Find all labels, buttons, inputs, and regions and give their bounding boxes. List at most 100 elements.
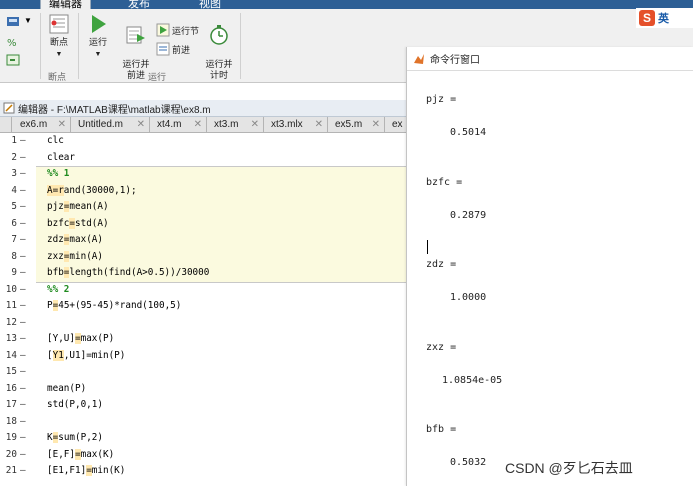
line-number-text: 12: [5, 316, 17, 328]
tab-editor[interactable]: 编辑器: [40, 0, 91, 10]
code-line[interactable]: [Y1,U1]=min(P): [47, 348, 125, 365]
line-number-text: 14: [5, 349, 17, 361]
breakpoint-marker[interactable]: —: [17, 348, 31, 365]
breakpoint-marker[interactable]: —: [17, 298, 31, 315]
line-number: 13—: [0, 331, 36, 348]
close-icon[interactable]: ✕: [194, 117, 202, 132]
close-icon[interactable]: ✕: [137, 117, 145, 132]
variable-highlight: =: [69, 217, 75, 229]
breakpoint-marker[interactable]: —: [17, 447, 31, 464]
cell-divider: [36, 166, 410, 167]
code-line[interactable]: clc: [47, 133, 64, 150]
output-value: 1.0854e-05: [442, 374, 503, 386]
breakpoints-button[interactable]: 断点 ▼: [46, 13, 72, 60]
output-variable-name: bzfc =: [426, 176, 463, 188]
ime-indicator[interactable]: S 英: [636, 8, 693, 28]
print-icon[interactable]: [6, 15, 20, 29]
breakpoint-marker[interactable]: —: [17, 430, 31, 447]
code-line[interactable]: bzfc=std(A): [47, 216, 109, 233]
breakpoint-marker[interactable]: —: [17, 199, 31, 216]
breakpoint-marker[interactable]: —: [17, 216, 31, 233]
run-icon: [92, 15, 106, 33]
line-number: 14—: [0, 348, 36, 365]
editor-tab-label: xt4.m: [157, 119, 182, 130]
variable-highlight: =: [63, 234, 70, 245]
variable-highlight: Y1: [52, 349, 64, 361]
code-line-text: mean(P): [47, 382, 87, 394]
breakpoint-marker[interactable]: —: [17, 315, 31, 332]
breakpoint-marker[interactable]: —: [17, 166, 31, 183]
code-line[interactable]: pjz=mean(A): [47, 199, 109, 216]
breakpoint-marker[interactable]: —: [17, 364, 31, 381]
close-icon[interactable]: ✕: [372, 117, 380, 132]
code-line[interactable]: [Y,U]=max(P): [47, 331, 114, 348]
comment-icon[interactable]: %: [6, 35, 20, 49]
breakpoint-marker[interactable]: —: [17, 331, 31, 348]
line-number: 5—: [0, 199, 36, 216]
breakpoint-marker[interactable]: —: [17, 463, 31, 480]
breakpoint-marker[interactable]: —: [17, 150, 31, 167]
code-line-text: zdz=max(A): [47, 234, 103, 245]
code-line[interactable]: clear: [47, 150, 75, 167]
code-line[interactable]: zxz=min(A): [47, 249, 103, 266]
editor-tab[interactable]: xt3.mlx ✕: [264, 117, 328, 132]
close-icon[interactable]: ✕: [315, 117, 323, 132]
ribbon-tab-strip: 编辑器 发布 视图: [0, 0, 693, 10]
breakpoint-marker[interactable]: —: [17, 397, 31, 414]
code-line[interactable]: std(P,0,1): [47, 397, 103, 414]
code-line[interactable]: bfb=length(find(A>0.5))/30000: [47, 265, 209, 282]
breakpoint-marker[interactable]: —: [17, 183, 31, 200]
editor-tab[interactable]: Untitled.m ✕: [71, 117, 150, 132]
line-number: 6—: [0, 216, 36, 233]
breakpoint-marker[interactable]: —: [17, 265, 31, 282]
editor-tab[interactable]: ex5.m ✕: [328, 117, 385, 132]
group-separator: [240, 13, 241, 79]
breakpoint-marker[interactable]: —: [17, 282, 31, 299]
output-variable-name: zxz =: [426, 341, 457, 353]
editor-title: 编辑器 - F:\MATLAB课程\matlab课程\ex8.m: [18, 104, 211, 116]
code-line[interactable]: mean(P): [47, 381, 86, 398]
breakpoint-marker[interactable]: —: [17, 232, 31, 249]
line-number-text: 17: [5, 399, 17, 410]
advance-button[interactable]: 前进: [156, 42, 190, 56]
watermark: CSDN @歹匕石去皿: [505, 460, 633, 476]
code-line[interactable]: %% 2: [47, 282, 69, 299]
close-icon[interactable]: ✕: [251, 117, 259, 132]
breakpoint-marker[interactable]: —: [17, 133, 31, 150]
editor-title-bar: 编辑器 - F:\MATLAB课程\matlab课程\ex8.m: [0, 100, 410, 117]
breakpoint-marker[interactable]: —: [17, 249, 31, 266]
run-and-advance-button[interactable]: 运行并 前进: [121, 13, 151, 81]
chevron-down-icon[interactable]: ▼: [24, 16, 32, 25]
editor-tab-label: ex5.m: [335, 119, 363, 130]
editor-tab[interactable]: xt3.m ✕: [207, 117, 264, 132]
group-label-breakpoints: 断点: [48, 72, 67, 82]
editor-tab[interactable]: ex6.m ✕: [12, 117, 71, 132]
code-line[interactable]: [E1,F1]=min(K): [47, 463, 125, 480]
editor-tab[interactable]: xt4.m ✕: [150, 117, 207, 132]
command-window[interactable]: 命令行窗口 pjz = 0.5014 bzfc = 0.2879 zdz = 1.0000…: [406, 47, 693, 486]
line-number: 17—: [0, 397, 36, 414]
line-number: 12—: [0, 315, 36, 332]
breakpoint-marker[interactable]: —: [17, 381, 31, 398]
run-button[interactable]: 运行 ▼: [86, 13, 110, 60]
code-line[interactable]: zdz=max(A): [47, 232, 103, 249]
svg-text:%: %: [7, 38, 17, 49]
run-section-button[interactable]: 运行节: [156, 23, 199, 37]
code-line[interactable]: K=sum(P,2): [47, 430, 103, 447]
breakpoint-marker[interactable]: —: [17, 414, 31, 431]
run-section-icon: [156, 23, 170, 37]
group-separator: [40, 13, 41, 79]
code-line[interactable]: A=rand(30000,1);: [47, 183, 137, 200]
run-and-time-button[interactable]: 运行并 计时: [204, 13, 234, 81]
indent-icon[interactable]: [6, 53, 20, 67]
code-line-text: [Y,U]=max(P): [47, 333, 115, 344]
line-number-text: 20: [5, 448, 17, 460]
line-number-text: 7: [11, 234, 17, 245]
line-number-text: 1: [11, 135, 17, 146]
code-line[interactable]: P=45+(95-45)*rand(100,5): [47, 298, 181, 315]
close-icon[interactable]: ✕: [58, 117, 66, 132]
code-editor[interactable]: 1—2—3—4—5—6—7—8—9—10—11—12—13—14—15—16—1…: [0, 133, 410, 486]
line-number: 9—: [0, 265, 36, 282]
code-line[interactable]: %% 1: [47, 166, 69, 183]
code-line[interactable]: [E,F]=max(K): [47, 447, 114, 464]
